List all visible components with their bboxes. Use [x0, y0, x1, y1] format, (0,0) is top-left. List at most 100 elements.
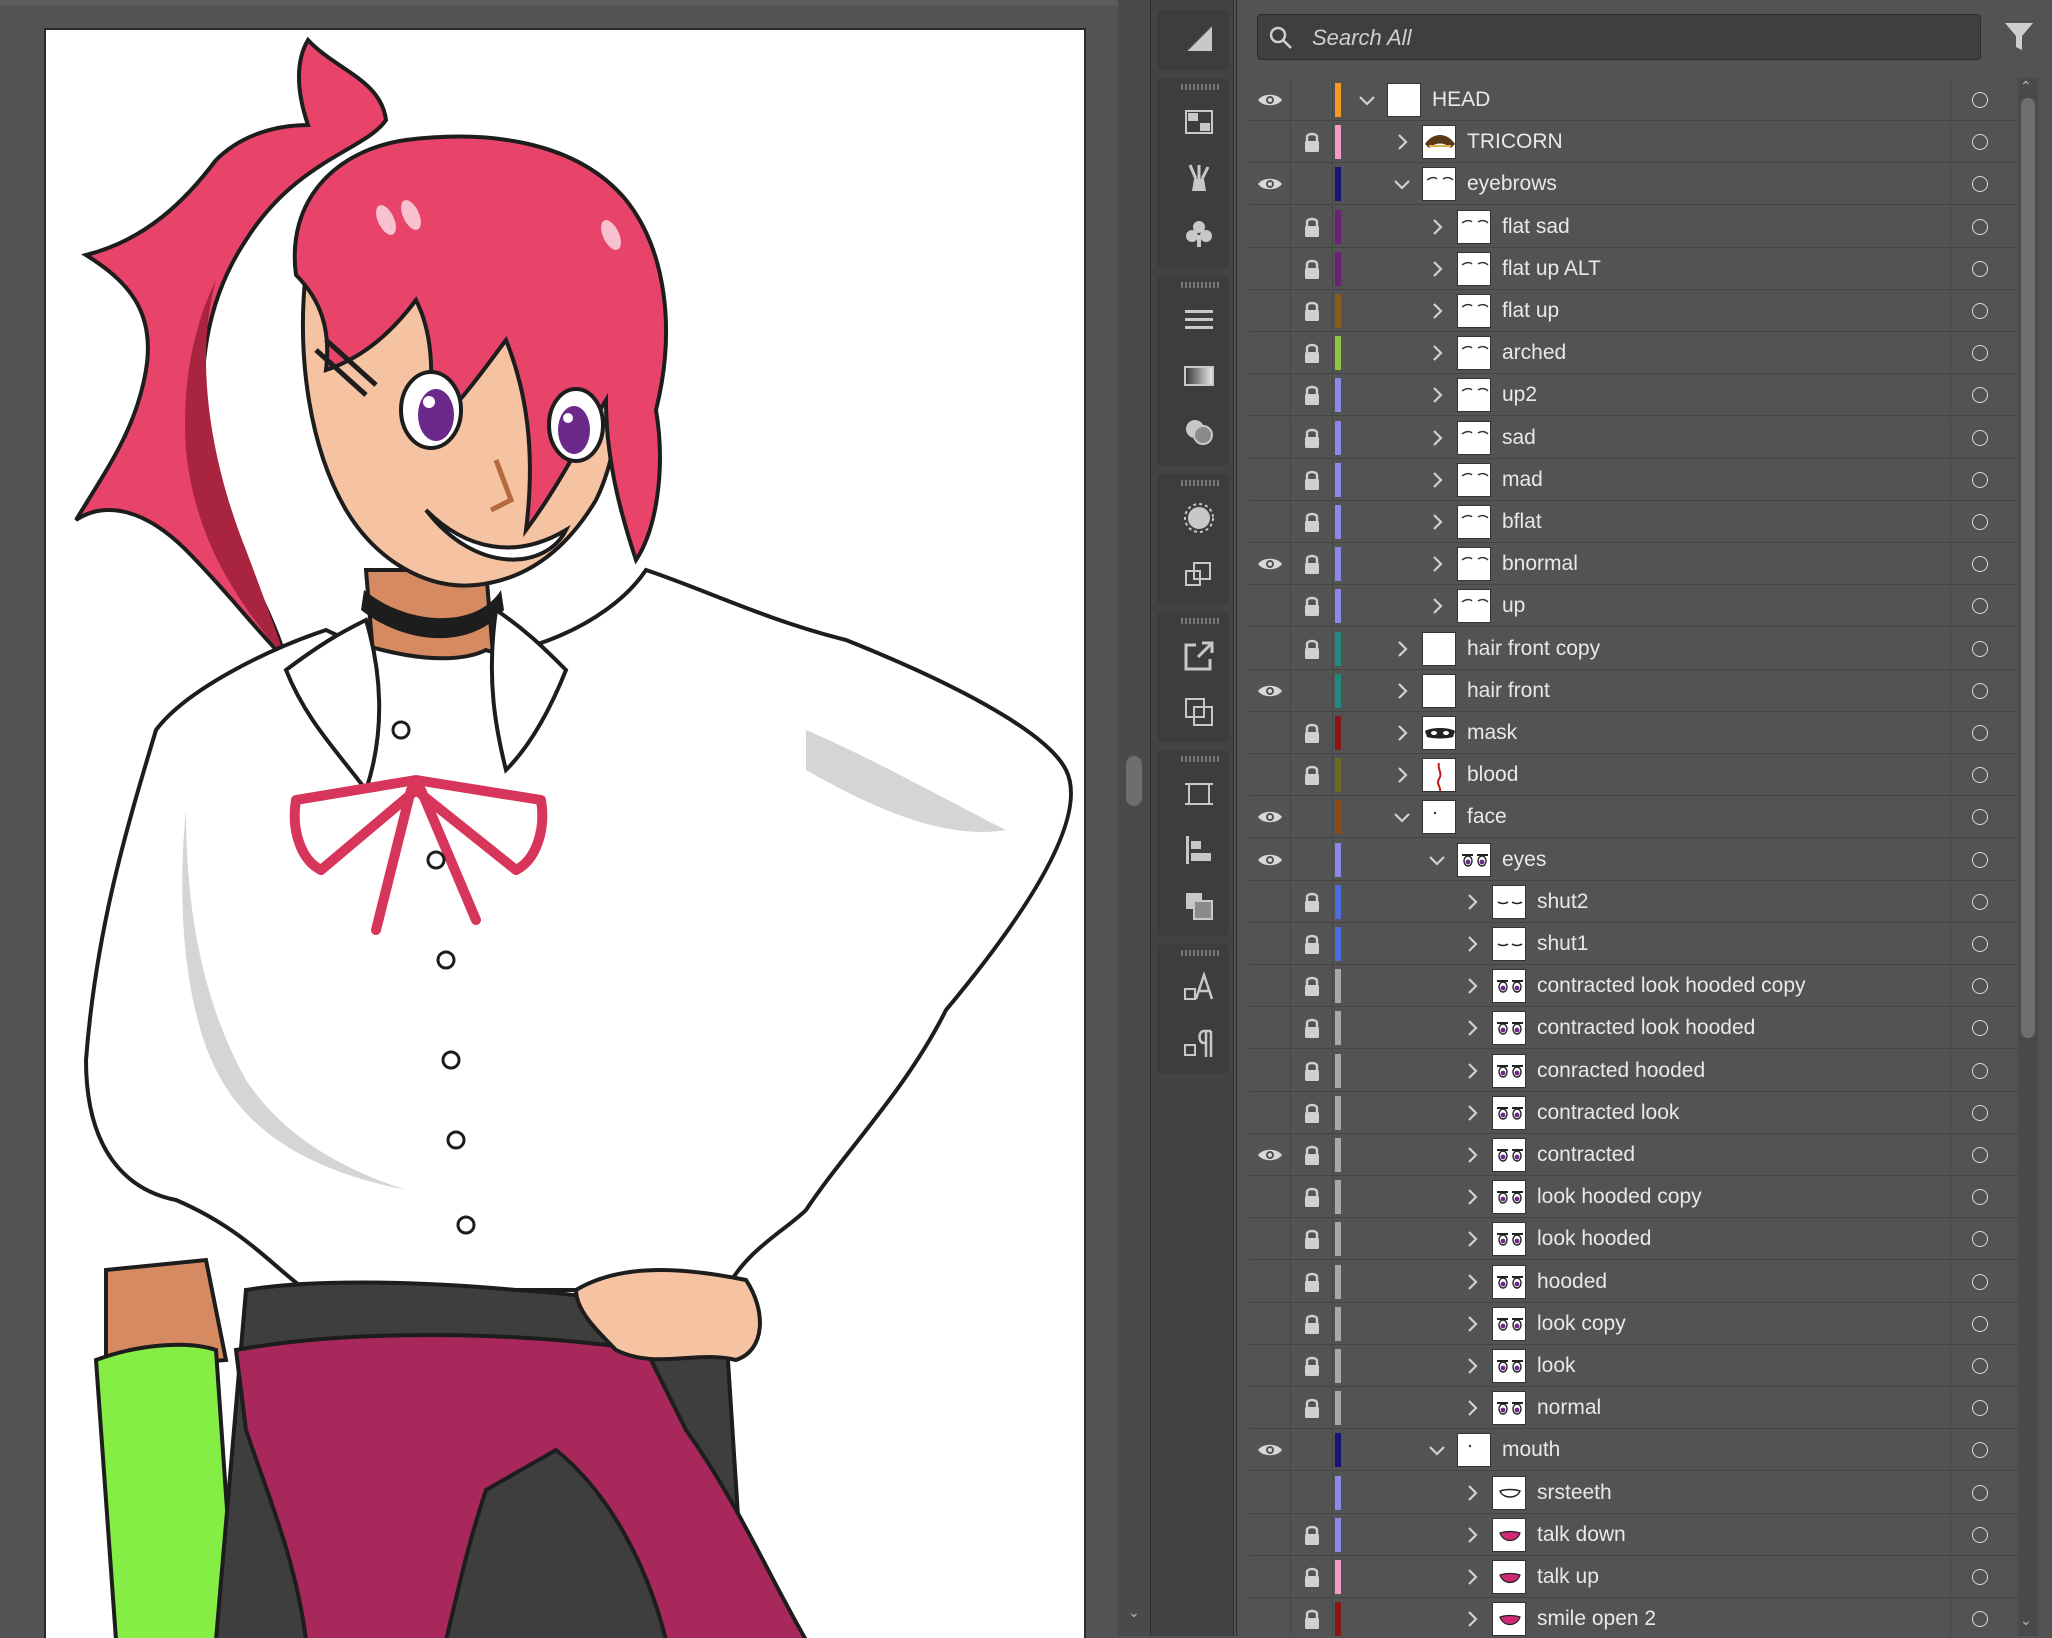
panel-grip[interactable]	[1181, 950, 1219, 956]
lock-toggle[interactable]	[1292, 206, 1332, 248]
target-circle-icon[interactable]	[1972, 514, 1988, 530]
target-circle-icon[interactable]	[1972, 1611, 1988, 1627]
layer-name[interactable]: hair front copy	[1467, 637, 1600, 661]
chevron-right-icon[interactable]	[1425, 341, 1449, 365]
visibility-toggle[interactable]	[1250, 923, 1290, 965]
lock-toggle[interactable]	[1292, 712, 1332, 754]
lock-toggle[interactable]	[1292, 1007, 1332, 1049]
visibility-toggle[interactable]	[1250, 459, 1290, 501]
visibility-toggle[interactable]	[1250, 1472, 1290, 1514]
layer-name[interactable]: shut2	[1537, 890, 1588, 914]
layer-name[interactable]: blood	[1467, 763, 1518, 787]
layer-row[interactable]: smile open 2	[1250, 1598, 2026, 1636]
target-circle-icon[interactable]	[1972, 303, 1988, 319]
symbols-grid-icon[interactable]	[1177, 100, 1221, 144]
layer-name[interactable]: HEAD	[1432, 88, 1490, 112]
target-circle-icon[interactable]	[1972, 1063, 1988, 1079]
layers-scrollbar[interactable]: ⌃ ⌄	[2018, 78, 2038, 1636]
transform-icon[interactable]	[1177, 552, 1221, 596]
visibility-toggle[interactable]	[1250, 1218, 1290, 1260]
visibility-toggle[interactable]	[1250, 1345, 1290, 1387]
layer-row[interactable]: bnormal	[1250, 543, 2026, 585]
target-circle-icon[interactable]	[1972, 1569, 1988, 1585]
layer-row[interactable]: arched	[1250, 332, 2026, 374]
visibility-toggle[interactable]	[1250, 754, 1290, 796]
layer-name[interactable]: mask	[1467, 721, 1517, 745]
layer-name[interactable]: look hooded	[1537, 1227, 1651, 1251]
visibility-toggle[interactable]	[1250, 585, 1290, 627]
chevron-right-icon[interactable]	[1460, 1396, 1484, 1420]
target-circle-icon[interactable]	[1972, 1274, 1988, 1290]
chevron-right-icon[interactable]	[1390, 763, 1414, 787]
chevron-right-icon[interactable]	[1460, 974, 1484, 998]
visibility-toggle[interactable]	[1250, 1176, 1290, 1218]
lock-toggle[interactable]	[1292, 1092, 1332, 1134]
layer-name[interactable]: flat up ALT	[1502, 257, 1601, 281]
layer-row[interactable]: up2	[1250, 374, 2026, 416]
lock-toggle[interactable]	[1292, 923, 1332, 965]
target-circle-icon[interactable]	[1972, 767, 1988, 783]
lock-toggle[interactable]	[1292, 1050, 1332, 1092]
visibility-toggle[interactable]	[1250, 1134, 1290, 1176]
layer-name[interactable]: mad	[1502, 468, 1543, 492]
clubs-symbol-icon[interactable]	[1177, 212, 1221, 256]
panel-grip[interactable]	[1181, 480, 1219, 486]
scroll-up-icon[interactable]: ⌃	[2020, 78, 2032, 95]
visibility-toggle[interactable]	[1250, 796, 1290, 838]
target-circle-icon[interactable]	[1972, 641, 1988, 657]
visibility-toggle[interactable]	[1250, 1050, 1290, 1092]
layer-row[interactable]: contracted look	[1250, 1092, 2026, 1134]
chevron-right-icon[interactable]	[1425, 426, 1449, 450]
chevron-right-icon[interactable]	[1460, 1523, 1484, 1547]
layer-name[interactable]: shut1	[1537, 932, 1588, 956]
layer-name[interactable]: contracted look	[1537, 1101, 1679, 1125]
brushes-icon[interactable]	[1177, 156, 1221, 200]
chevron-right-icon[interactable]	[1460, 1059, 1484, 1083]
transparency-icon[interactable]	[1177, 410, 1221, 454]
layer-name[interactable]: bnormal	[1502, 552, 1578, 576]
layer-row[interactable]: mad	[1250, 459, 2026, 501]
target-circle-icon[interactable]	[1972, 556, 1988, 572]
chevron-right-icon[interactable]	[1460, 1185, 1484, 1209]
visibility-toggle[interactable]	[1250, 1092, 1290, 1134]
chevron-right-icon[interactable]	[1425, 257, 1449, 281]
chevron-right-icon[interactable]	[1460, 932, 1484, 956]
stroke-lines-icon[interactable]	[1177, 298, 1221, 342]
lock-toggle[interactable]	[1292, 1261, 1332, 1303]
target-circle-icon[interactable]	[1972, 936, 1988, 952]
lock-toggle[interactable]	[1292, 670, 1332, 712]
layer-row[interactable]: talk down	[1250, 1514, 2026, 1556]
filter-icon[interactable]	[2003, 20, 2035, 54]
layer-row[interactable]: blood	[1250, 754, 2026, 796]
lock-toggle[interactable]	[1292, 1429, 1332, 1471]
lock-toggle[interactable]	[1292, 1387, 1332, 1429]
target-circle-icon[interactable]	[1972, 1020, 1988, 1036]
layer-row[interactable]: face	[1250, 796, 2026, 838]
chevron-right-icon[interactable]	[1425, 383, 1449, 407]
lock-toggle[interactable]	[1292, 1345, 1332, 1387]
canvas-area[interactable]	[0, 0, 1118, 1636]
layer-row[interactable]: sad	[1250, 417, 2026, 459]
scroll-down-icon[interactable]: ⌄	[1126, 1604, 1142, 1620]
layer-name[interactable]: talk down	[1537, 1523, 1626, 1547]
visibility-toggle[interactable]	[1250, 374, 1290, 416]
shaper-icon[interactable]	[1177, 16, 1221, 60]
visibility-toggle[interactable]	[1250, 121, 1290, 163]
layer-name[interactable]: up	[1502, 594, 1525, 618]
layer-row[interactable]: flat up	[1250, 290, 2026, 332]
lock-toggle[interactable]	[1292, 248, 1332, 290]
visibility-toggle[interactable]	[1250, 1387, 1290, 1429]
lock-toggle[interactable]	[1292, 1598, 1332, 1636]
layer-row[interactable]: HEAD	[1250, 79, 2026, 121]
lock-toggle[interactable]	[1292, 374, 1332, 416]
chevron-down-icon[interactable]	[1425, 848, 1449, 872]
lock-toggle[interactable]	[1292, 459, 1332, 501]
target-circle-icon[interactable]	[1972, 894, 1988, 910]
target-circle-icon[interactable]	[1972, 1400, 1988, 1416]
lock-toggle[interactable]	[1292, 79, 1332, 121]
target-circle-icon[interactable]	[1972, 725, 1988, 741]
lock-toggle[interactable]	[1292, 796, 1332, 838]
chevron-right-icon[interactable]	[1390, 679, 1414, 703]
chevron-right-icon[interactable]	[1425, 552, 1449, 576]
layer-name[interactable]: look copy	[1537, 1312, 1626, 1336]
